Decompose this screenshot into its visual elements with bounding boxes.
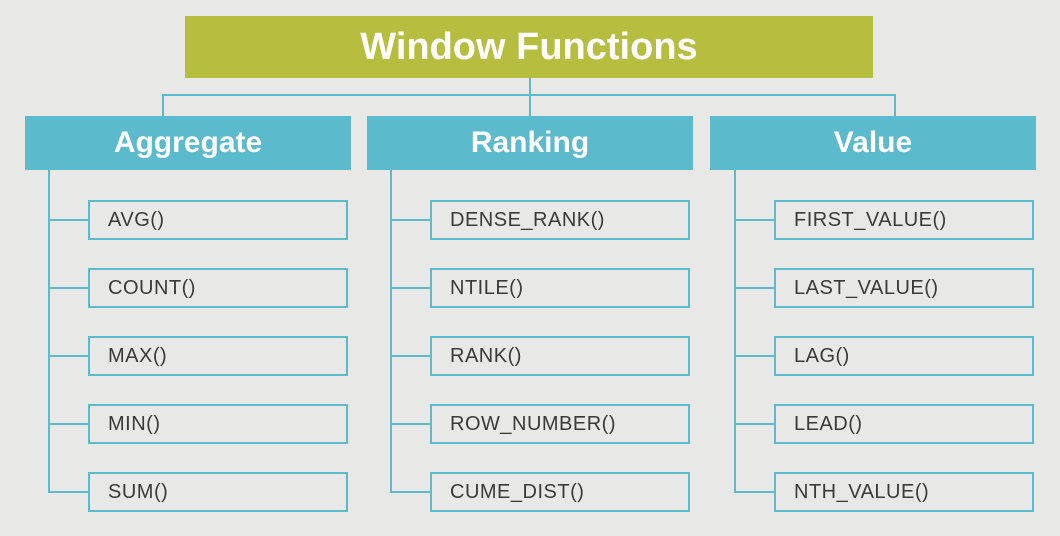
connector-line [48, 491, 88, 493]
connector-line [390, 170, 392, 238]
connector-line [390, 355, 430, 357]
connector-line [734, 170, 736, 238]
function-label: AVG() [108, 209, 165, 232]
function-label: ROW_NUMBER() [450, 413, 616, 436]
function-item: ROW_NUMBER() [430, 404, 690, 444]
connector-line [390, 219, 430, 221]
function-item: CUME_DIST() [430, 472, 690, 512]
function-label: MIN() [108, 413, 160, 436]
category-label: Ranking [471, 126, 589, 160]
function-label: CUME_DIST() [450, 481, 584, 504]
connector-line [48, 374, 50, 442]
function-item: DENSE_RANK() [430, 200, 690, 240]
connector-line [390, 423, 430, 425]
connector-line [390, 442, 392, 492]
function-item: FIRST_VALUE() [774, 200, 1034, 240]
connector-line [48, 170, 50, 238]
function-label: LEAD() [794, 413, 863, 436]
root-title-box: Window Functions [185, 16, 873, 78]
function-item: NTILE() [430, 268, 690, 308]
function-item: NTH_VALUE() [774, 472, 1034, 512]
function-label: MAX() [108, 345, 167, 368]
connector-line [390, 238, 392, 306]
connector-line [894, 94, 896, 116]
function-item: RANK() [430, 336, 690, 376]
connector-line [734, 355, 774, 357]
connector-line [734, 306, 736, 374]
connector-line [390, 306, 392, 374]
connector-line [48, 238, 50, 306]
root-title: Window Functions [360, 26, 697, 69]
function-item: LAG() [774, 336, 1034, 376]
connector-line [734, 219, 774, 221]
function-label: NTH_VALUE() [794, 481, 929, 504]
function-item: LAST_VALUE() [774, 268, 1034, 308]
function-item: LEAD() [774, 404, 1034, 444]
connector-line [529, 94, 531, 116]
connector-line [390, 374, 392, 442]
connector-line [734, 491, 774, 493]
function-label: NTILE() [450, 277, 524, 300]
connector-line [48, 355, 88, 357]
category-label: Aggregate [114, 126, 262, 160]
function-label: COUNT() [108, 277, 196, 300]
category-value: Value [710, 116, 1036, 170]
connector-line [734, 238, 736, 306]
connector-line [162, 94, 164, 116]
connector-line [734, 287, 774, 289]
function-label: FIRST_VALUE() [794, 209, 947, 232]
connector-line [48, 306, 50, 374]
connector-line [734, 442, 736, 492]
connector-line [734, 374, 736, 442]
category-aggregate: Aggregate [25, 116, 351, 170]
function-item: MIN() [88, 404, 348, 444]
connector-line [734, 423, 774, 425]
function-item: COUNT() [88, 268, 348, 308]
connector-line [48, 423, 88, 425]
function-label: LAST_VALUE() [794, 277, 939, 300]
function-label: DENSE_RANK() [450, 209, 605, 232]
connector-line [48, 219, 88, 221]
function-label: RANK() [450, 345, 522, 368]
category-label: Value [834, 126, 912, 160]
function-label: LAG() [794, 345, 850, 368]
connector-line [48, 287, 88, 289]
category-ranking: Ranking [367, 116, 693, 170]
connector-line [529, 78, 531, 94]
connector-line [48, 442, 50, 492]
function-item: SUM() [88, 472, 348, 512]
connector-line [390, 491, 430, 493]
function-item: AVG() [88, 200, 348, 240]
connector-line [390, 287, 430, 289]
function-label: SUM() [108, 481, 168, 504]
function-item: MAX() [88, 336, 348, 376]
